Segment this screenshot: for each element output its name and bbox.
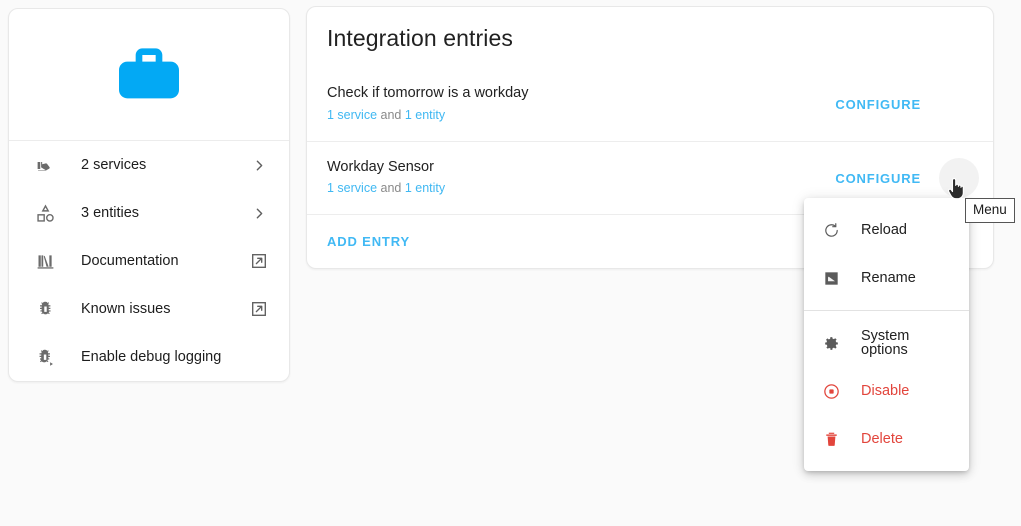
entry-subtitle: 1 service and 1 entity xyxy=(327,106,827,125)
sidebar-item-label: Enable debug logging xyxy=(81,348,222,365)
sidebar-item-label: 3 entities xyxy=(81,204,140,221)
menu-item-system-options[interactable]: System options xyxy=(804,319,969,367)
integration-logo-area xyxy=(9,9,289,141)
shapes-icon xyxy=(33,201,57,225)
bug-icon xyxy=(33,297,57,321)
bug-play-icon xyxy=(33,345,57,369)
bookshelf-icon xyxy=(33,249,57,273)
sidebar-item-enable-debug-logging[interactable]: Enable debug logging xyxy=(9,333,289,381)
open-in-new-icon[interactable] xyxy=(247,297,271,321)
menu-item-disable[interactable]: Disable xyxy=(804,367,969,415)
stop-circle-icon xyxy=(820,380,842,402)
trash-icon xyxy=(820,428,842,450)
entry-overflow-menu-button[interactable] xyxy=(939,158,979,198)
entry-conjunction: and xyxy=(377,107,405,122)
integration-info-card: 2 services 3 entities Documentation Know… xyxy=(8,8,290,382)
entry-texts: Check if tomorrow is a workday 1 service… xyxy=(327,84,827,124)
menu-item-label: Rename xyxy=(861,269,916,286)
entry-title: Check if tomorrow is a workday xyxy=(327,85,529,102)
add-entry-button[interactable]: ADD ENTRY xyxy=(327,228,410,255)
menu-item-label: Disable xyxy=(861,382,910,399)
entry-services-link[interactable]: 1 service xyxy=(327,108,377,122)
menu-tooltip: Menu xyxy=(965,198,1015,224)
menu-item-label: Delete xyxy=(861,430,903,447)
entry-texts: Workday Sensor 1 service and 1 entity xyxy=(327,158,827,198)
entry-entities-link[interactable]: 1 entity xyxy=(405,181,445,195)
menu-item-label: Reload xyxy=(861,221,907,238)
menu-item-rename[interactable]: Rename xyxy=(804,254,969,302)
menu-item-label: System options xyxy=(861,327,910,358)
entry-subtitle: 1 service and 1 entity xyxy=(327,179,827,198)
entry-entities-link[interactable]: 1 entity xyxy=(405,108,445,122)
refresh-icon xyxy=(820,219,842,241)
rename-box-icon xyxy=(820,267,842,289)
briefcase-icon xyxy=(106,35,192,115)
sidebar-item-label: Documentation xyxy=(81,252,179,269)
entry-title: Workday Sensor xyxy=(327,158,434,175)
configure-button[interactable]: CONFIGURE xyxy=(827,89,929,120)
gesture-hand-icon xyxy=(33,153,57,177)
integration-nav-list: 2 services 3 entities Documentation Know… xyxy=(9,141,289,381)
entry-overflow-menu-button[interactable] xyxy=(939,85,979,125)
integration-details-page: 2 services 3 entities Documentation Know… xyxy=(0,0,1021,526)
entry-conjunction: and xyxy=(377,181,405,196)
sidebar-item-label: 2 services xyxy=(81,156,147,173)
sidebar-item-services[interactable]: 2 services xyxy=(9,141,289,189)
chevron-right-icon xyxy=(247,153,271,177)
menu-item-delete[interactable]: Delete xyxy=(804,415,969,463)
page-title: Integration entries xyxy=(327,25,514,51)
sidebar-item-known-issues[interactable]: Known issues xyxy=(9,285,289,333)
sidebar-item-label: Known issues xyxy=(81,300,171,317)
sidebar-item-no-trailing-icon xyxy=(247,345,271,369)
chevron-right-icon xyxy=(247,201,271,225)
gear-icon xyxy=(820,332,842,354)
menu-item-reload[interactable]: Reload xyxy=(804,206,969,254)
entry-context-menu: Reload Rename System options Disable Del… xyxy=(804,198,969,471)
sidebar-item-documentation[interactable]: Documentation xyxy=(9,237,289,285)
configure-button[interactable]: CONFIGURE xyxy=(827,163,929,194)
menu-divider xyxy=(804,310,969,311)
open-in-new-icon[interactable] xyxy=(247,249,271,273)
sidebar-item-entities[interactable]: 3 entities xyxy=(9,189,289,237)
entry-services-link[interactable]: 1 service xyxy=(327,181,377,195)
entry-row: Check if tomorrow is a workday 1 service… xyxy=(307,68,993,141)
